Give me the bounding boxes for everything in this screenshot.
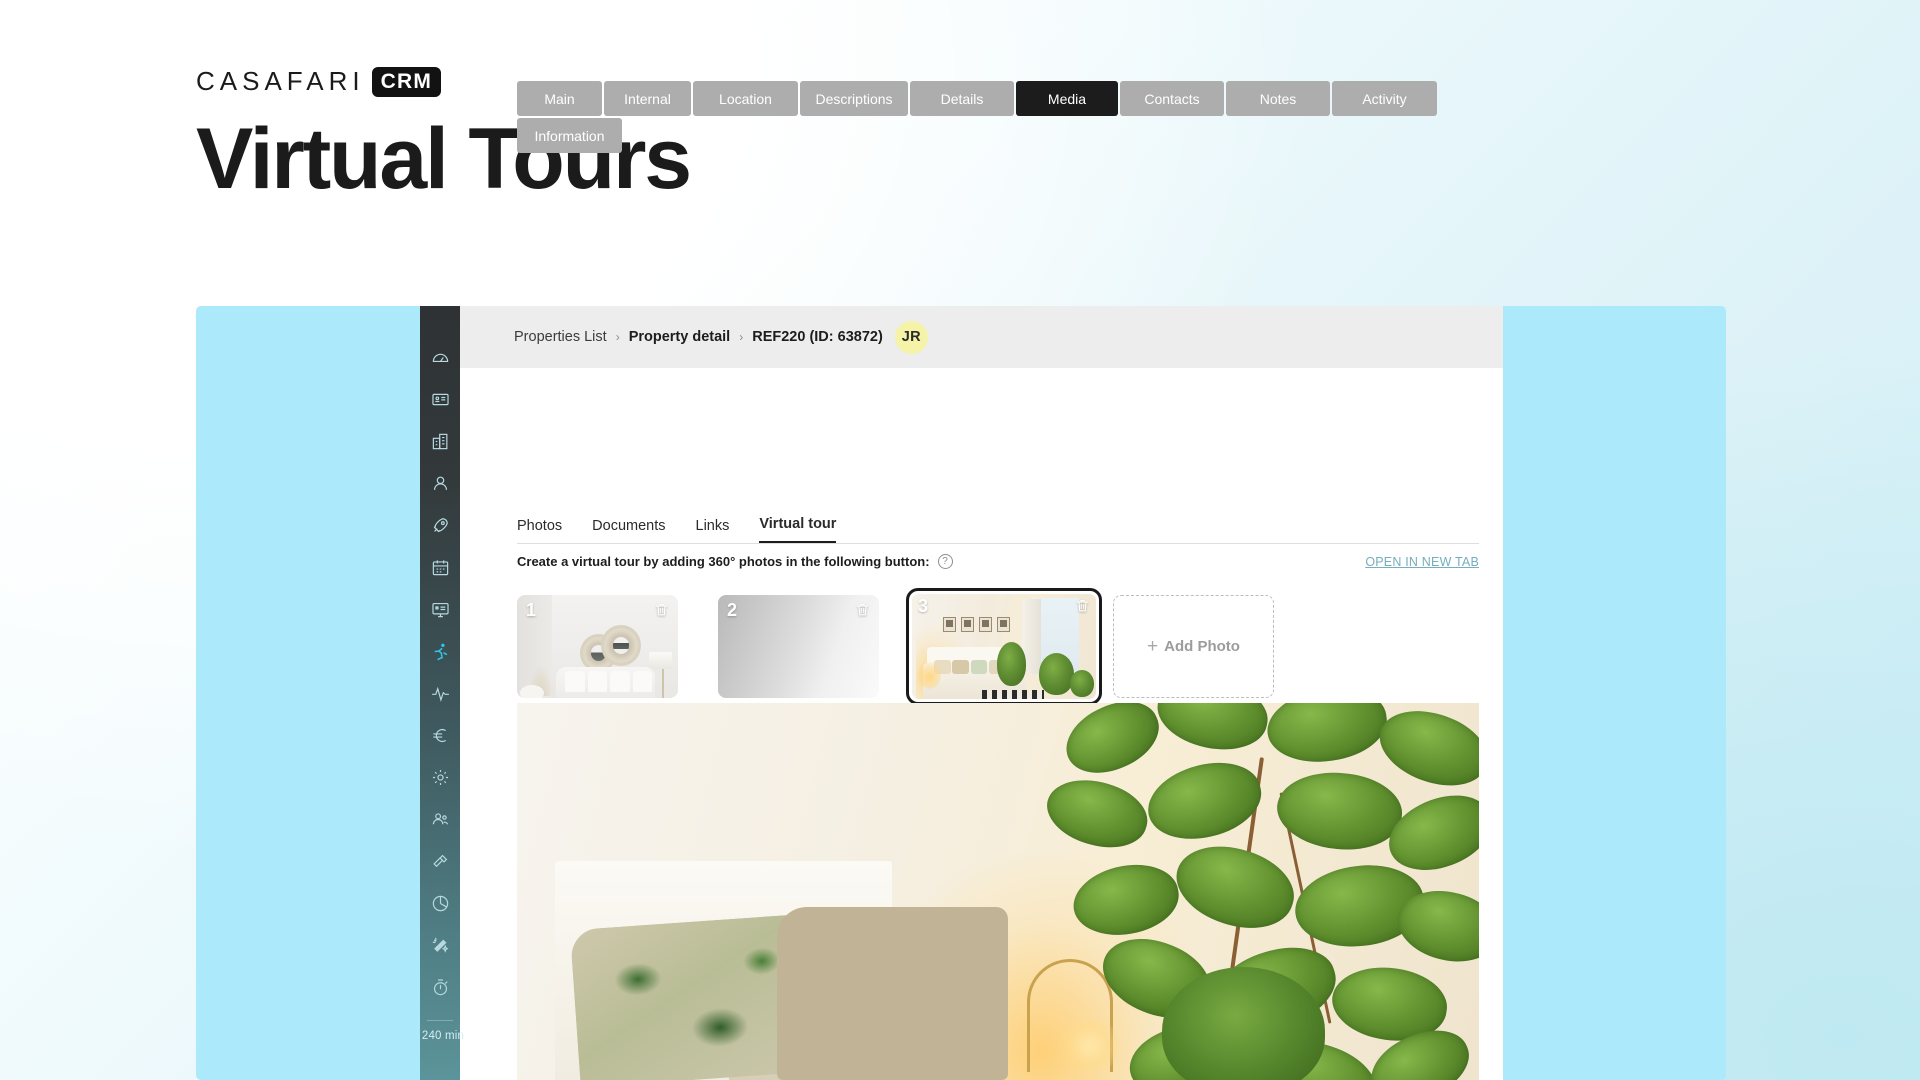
- dashboard-gauge-icon[interactable]: [420, 336, 460, 378]
- viewer-right-padding: [1479, 703, 1503, 1080]
- hammer-icon[interactable]: [420, 840, 460, 882]
- stopwatch-icon[interactable]: [420, 966, 460, 1008]
- media-subtab-row: Photos Documents Links Virtual tour: [517, 507, 1479, 544]
- header-bar: Properties List › Property detail › REF2…: [460, 306, 1503, 368]
- people-group-icon[interactable]: [420, 798, 460, 840]
- monitor-icon[interactable]: [420, 588, 460, 630]
- tab-contacts[interactable]: Contacts: [1120, 81, 1224, 116]
- help-question-icon[interactable]: ?: [937, 554, 953, 569]
- thumbnail-item-2[interactable]: 2: [718, 595, 879, 698]
- instruction-row: Create a virtual tour by adding 360° pho…: [517, 554, 1479, 569]
- thumbnail-number-1: 1: [526, 600, 537, 620]
- tab-notes[interactable]: Notes: [1226, 81, 1330, 116]
- thumbnail-item-3[interactable]: 3: [906, 588, 1102, 705]
- subtab-documents[interactable]: Documents: [592, 518, 665, 543]
- sidebar-time-label: 240 min: [421, 1030, 465, 1042]
- page-root: CASAFARI CRM Virtual Tours 240 min Prope…: [0, 0, 1920, 1080]
- thumbnail-item-1[interactable]: 1: [517, 595, 678, 698]
- breadcrumb-separator-icon: ›: [739, 330, 744, 344]
- bedroom-scene: [912, 594, 1096, 699]
- brand-logo: CASAFARI CRM: [196, 66, 442, 97]
- building-icon[interactable]: [420, 420, 460, 462]
- breadcrumb-separator-icon: ›: [615, 330, 620, 344]
- breadcrumb-item-ref[interactable]: REF220 (ID: 63872): [752, 329, 883, 345]
- virtual-tour-viewer[interactable]: [517, 703, 1479, 1080]
- open-in-new-tab-link[interactable]: OPEN IN NEW TAB: [1365, 555, 1479, 569]
- virtual-tour-thumbnail-strip: 1 2 3 + Add Photo: [517, 588, 1274, 705]
- tab-location[interactable]: Location: [693, 81, 798, 116]
- add-photo-button[interactable]: + Add Photo: [1113, 595, 1274, 698]
- subtab-photos[interactable]: Photos: [517, 518, 562, 543]
- thumbnail-image-3: [912, 594, 1096, 699]
- sidebar-divider: [427, 1020, 453, 1021]
- pie-chart-icon[interactable]: [420, 882, 460, 924]
- contact-card-icon[interactable]: [420, 378, 460, 420]
- tab-media[interactable]: Media: [1016, 81, 1118, 116]
- tab-main[interactable]: Main: [517, 81, 602, 116]
- tab-information[interactable]: Information: [517, 118, 622, 153]
- subtab-links[interactable]: Links: [696, 518, 730, 543]
- breadcrumb-item-properties-list[interactable]: Properties List: [514, 329, 607, 345]
- viewer-photo-bedroom: [517, 703, 1479, 1080]
- subtab-virtual-tour[interactable]: Virtual tour: [759, 516, 837, 543]
- rocket-icon[interactable]: [420, 504, 460, 546]
- tab-descriptions[interactable]: Descriptions: [800, 81, 908, 116]
- sidebar-nav-rail: 240 min: [420, 306, 464, 1080]
- person-icon[interactable]: [420, 462, 460, 504]
- tab-internal[interactable]: Internal: [604, 81, 691, 116]
- add-photo-label: Add Photo: [1164, 638, 1240, 655]
- avatar[interactable]: JR: [894, 320, 928, 354]
- tab-details[interactable]: Details: [910, 81, 1014, 116]
- trash-icon[interactable]: [855, 602, 870, 617]
- thumbnail-number-3: 3: [918, 596, 929, 616]
- running-person-icon[interactable]: [420, 630, 460, 672]
- pulse-activity-icon[interactable]: [420, 672, 460, 714]
- brand-crm-badge: CRM: [371, 66, 442, 97]
- trash-icon[interactable]: [654, 602, 669, 617]
- brand-wordmark: CASAFARI: [196, 66, 365, 96]
- trash-icon[interactable]: [1075, 598, 1090, 613]
- instruction-text: Create a virtual tour by adding 360° pho…: [517, 554, 930, 569]
- euro-icon[interactable]: [420, 714, 460, 756]
- tab-activity[interactable]: Activity: [1332, 81, 1437, 116]
- plus-icon: +: [1147, 635, 1159, 657]
- calendar-icon[interactable]: [420, 546, 460, 588]
- gear-icon[interactable]: [420, 756, 460, 798]
- property-tab-row: Main Internal Location Descriptions Deta…: [517, 81, 1479, 153]
- thumbnail-number-2: 2: [727, 600, 738, 620]
- breadcrumb-item-property-detail[interactable]: Property detail: [629, 329, 731, 345]
- magic-wand-icon[interactable]: [420, 924, 460, 966]
